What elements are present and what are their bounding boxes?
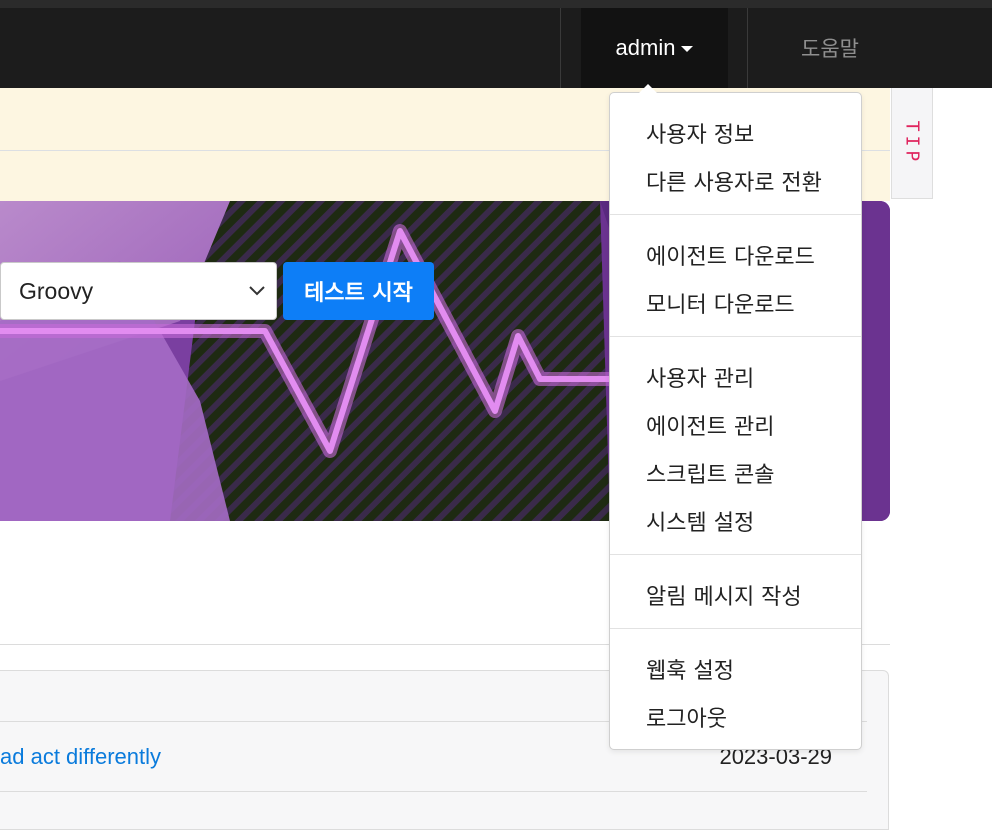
script-type-select[interactable]: Groovy bbox=[0, 262, 277, 320]
menu-item-switch-user[interactable]: 다른 사용자로 전환 bbox=[646, 165, 822, 197]
admin-menu-toggle[interactable]: admin bbox=[581, 8, 728, 88]
admin-label: admin bbox=[615, 35, 676, 60]
menu-item-logout[interactable]: 로그아웃 bbox=[646, 701, 727, 733]
post-title-link[interactable]: ad act differently bbox=[0, 744, 161, 770]
tip-label: TIP bbox=[901, 120, 923, 166]
menu-item-agent-management[interactable]: 에이전트 관리 bbox=[646, 409, 774, 441]
tip-tab[interactable]: TIP bbox=[891, 88, 933, 199]
menu-item-download-monitor[interactable]: 모니터 다운로드 bbox=[646, 287, 795, 319]
menu-divider bbox=[610, 554, 861, 555]
menu-item-user-info[interactable]: 사용자 정보 bbox=[646, 117, 754, 149]
chevron-down-icon bbox=[249, 286, 265, 296]
help-link[interactable]: 도움말 bbox=[748, 8, 912, 88]
menu-item-write-notice[interactable]: 알림 메시지 작성 bbox=[646, 579, 802, 611]
start-test-button[interactable]: 테스트 시작 bbox=[283, 262, 434, 320]
menu-item-system-settings[interactable]: 시스템 설정 bbox=[646, 505, 754, 537]
panel-divider bbox=[0, 791, 867, 792]
admin-dropdown-menu: 사용자 정보 다른 사용자로 전환 에이전트 다운로드 모니터 다운로드 사용자… bbox=[609, 84, 862, 750]
caret-down-icon bbox=[681, 46, 694, 52]
menu-divider bbox=[610, 214, 861, 215]
menu-item-user-management[interactable]: 사용자 관리 bbox=[646, 361, 754, 393]
menu-divider bbox=[610, 628, 861, 629]
top-navbar: admin 도움말 bbox=[0, 0, 992, 88]
menu-item-script-console[interactable]: 스크립트 콘솔 bbox=[646, 457, 774, 489]
menu-divider bbox=[610, 336, 861, 337]
dropdown-arrow bbox=[639, 84, 657, 93]
menu-item-webhook-settings[interactable]: 웹훅 설정 bbox=[646, 653, 734, 685]
script-type-value: Groovy bbox=[19, 277, 94, 304]
menu-item-download-agent[interactable]: 에이전트 다운로드 bbox=[646, 239, 815, 271]
navbar-divider bbox=[560, 8, 561, 88]
